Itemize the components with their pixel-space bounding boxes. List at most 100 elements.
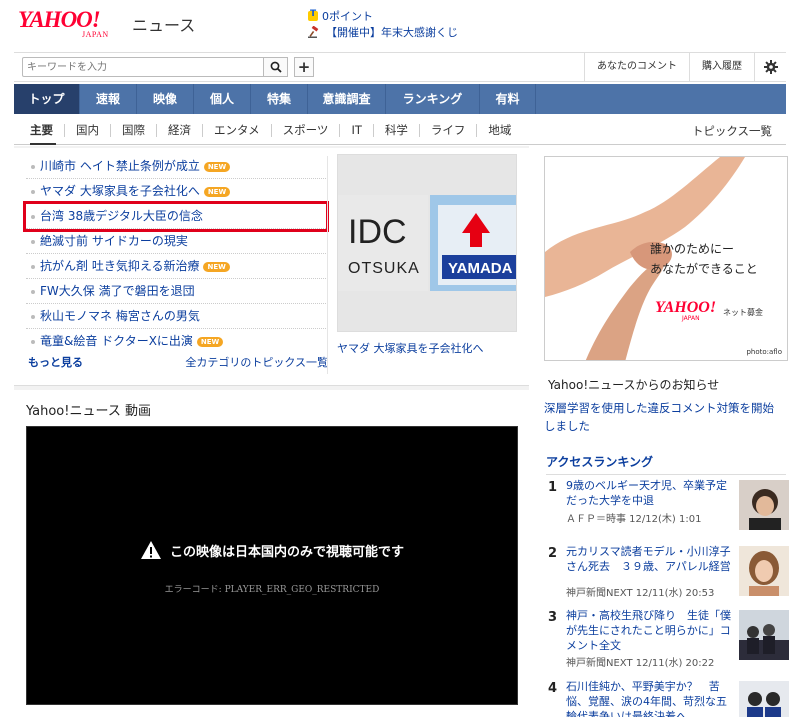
main-nav-top[interactable]: トップ [14, 84, 80, 114]
ad-line-2: あなたができること [650, 262, 758, 276]
rank-number: 3 [548, 610, 558, 625]
plus-icon: + [297, 57, 311, 76]
t-point-icon [308, 9, 318, 21]
rank-thumbnail [739, 610, 789, 660]
search-input[interactable] [22, 57, 264, 77]
main-nav-individual[interactable]: 個人 [194, 84, 251, 114]
topic-item[interactable]: FW大久保 満了で磐田を退団 [26, 279, 326, 304]
topic-item[interactable]: 川崎市 ヘイト禁止条例が成立 NEW [26, 154, 326, 179]
points-label: 0ポイント [322, 10, 373, 23]
topics-panel: 川崎市 ヘイト禁止条例が成立 NEW ヤマダ 大塚家具を子会社化へ NEW 台湾 3… [14, 148, 529, 386]
settings-button[interactable] [754, 53, 786, 81]
topic-list: 川崎市 ヘイト禁止条例が成立 NEW ヤマダ 大塚家具を子会社化へ NEW 台湾 3… [23, 154, 329, 354]
rank-source: 神戸新聞NEXT 12/11(水) 20:22 [566, 658, 715, 669]
category-nav: 主要 国内 国際 経済 エンタメ スポーツ IT 科学 ライフ 地域 トピックス… [14, 117, 786, 145]
main-nav-ranking[interactable]: ランキング [386, 84, 480, 114]
new-badge: NEW [196, 337, 224, 347]
ranking-item[interactable]: 4 石川佳純か、平野美宇か？ 苦悩、覚醒、涙の4年間、苛烈な五輪代表争いは最終決… [548, 680, 789, 717]
category-tab-sports[interactable]: スポーツ [270, 124, 340, 137]
topic-title: 抗がん剤 吐き気抑える新治療 [40, 259, 200, 273]
rank-photo-2 [739, 546, 789, 596]
video-section-title: Yahoo!ニュース 動画 [26, 404, 151, 419]
rank-title: 元カリスマ読者モデル・小川淳子さん死去 ３９歳、アパレル経営 [566, 545, 731, 573]
main-nav-video[interactable]: 映像 [137, 84, 194, 114]
video-section: Yahoo!ニュース 動画 この映像は日本国内のみで視聴可能です エラーコード:… [14, 390, 529, 717]
points-link[interactable]: 0ポイント [308, 8, 458, 24]
rank-title: 神戸・高校生飛び降り 生徒「僕が先生にされたこと明らかに」コメント全文 [566, 609, 731, 652]
warning-icon [140, 541, 161, 559]
topic-title: 川崎市 ヘイト禁止条例が成立 [40, 159, 200, 173]
topic-item[interactable]: ヤマダ 大塚家具を子会社化へ NEW [26, 179, 326, 204]
rank-photo-4 [739, 681, 789, 717]
category-tab-entertainment[interactable]: エンタメ [202, 124, 271, 137]
header-points-area: 0ポイント 【開催中】年末大感謝くじ [308, 8, 458, 40]
pickup-image[interactable]: IDC OTSUKA YAMADA [337, 154, 517, 332]
category-tab-economy[interactable]: 経済 [156, 124, 202, 137]
new-badge: NEW [203, 187, 231, 197]
ranking-item[interactable]: 2 元カリスマ読者モデル・小川淳子さん死去 ３９歳、アパレル経営 神戸新聞NEX… [548, 545, 789, 612]
rank-thumbnail [739, 681, 789, 717]
ranking-item[interactable]: 1 9歳のベルギー天才児、卒業予定だった大学を中退 ＡＦＰ＝時事 12/12(木… [548, 479, 789, 546]
rank-title: 石川佳純か、平野美宇か？ 苦悩、覚醒、涙の4年間、苛烈な五輪代表争いは最終決着へ [566, 680, 727, 717]
video-error-text: この映像は日本国内のみで視聴可能です [169, 544, 404, 560]
topic-title: 竜童&絵音 ドクターXに出演 [40, 334, 193, 348]
add-button[interactable]: + [294, 57, 314, 77]
main-nav-survey[interactable]: 意識調査 [308, 84, 386, 114]
rank-number: 1 [548, 480, 558, 495]
search-button[interactable] [264, 57, 288, 77]
ad-message: 誰かのためにー あなたができること [650, 239, 758, 279]
video-error-code: エラーコード: PLAYER_ERR_GEO_RESTRICTED [164, 585, 380, 595]
rank-title: 9歳のベルギー天才児、卒業予定だった大学を中退 [566, 479, 727, 507]
category-tab-science[interactable]: 科学 [372, 124, 419, 137]
search-bar-row: + あなたのコメント 購入履歴 [14, 52, 786, 82]
campaign-link[interactable]: 【開催中】年末大感謝くじ [308, 24, 458, 40]
rank-source: ＡＦＰ＝時事 12/12(木) 1:01 [566, 514, 702, 525]
category-tab-it[interactable]: IT [339, 124, 372, 137]
rank-number: 2 [548, 546, 558, 561]
category-tab-life[interactable]: ライフ [418, 124, 477, 137]
active-tab-underline [30, 143, 56, 145]
rank-photo-3 [739, 610, 789, 660]
topics-footer: もっと見る 全カテゴリのトピックス一覧 [28, 354, 328, 370]
topic-item-highlighted[interactable]: 台湾 38歳デジタル大臣の信念 [23, 201, 329, 232]
my-comments-link[interactable]: あなたのコメント [584, 53, 689, 81]
ad-photo-credit: photo:aflo [746, 348, 782, 356]
gavel-icon [308, 26, 319, 38]
pickup-image-text-right: YAMADA [448, 260, 513, 277]
pickup-caption[interactable]: ヤマダ 大塚家具を子会社化へ [337, 340, 519, 356]
rank-photo-1 [739, 480, 789, 530]
video-player[interactable]: この映像は日本国内のみで視聴可能です エラーコード: PLAYER_ERR_GE… [26, 426, 518, 705]
topic-item[interactable]: 絶滅寸前 サイドカーの現実 [26, 229, 326, 254]
category-tab-local[interactable]: 地域 [476, 124, 522, 137]
topic-title: 絶滅寸前 サイドカーの現実 [40, 234, 188, 248]
topic-item[interactable]: 竜童&絵音 ドクターXに出演 NEW [26, 329, 326, 354]
rank-source: 神戸新聞NEXT 12/11(水) 20:53 [566, 588, 715, 599]
access-ranking-title[interactable]: アクセスランキング [546, 453, 786, 475]
more-link[interactable]: もっと見る [28, 354, 83, 370]
main-nav-feature[interactable]: 特集 [251, 84, 308, 114]
rank-number: 4 [548, 681, 558, 696]
notice-link[interactable]: 深層学習を使用した違反コメント対策を開始しました [544, 399, 784, 435]
purchase-history-link[interactable]: 購入履歴 [689, 53, 754, 81]
campaign-label: 【開催中】年末大感謝くじ [326, 26, 458, 39]
topics-list-link[interactable]: トピックス一覧 [692, 123, 786, 139]
category-tab-world[interactable]: 国際 [110, 124, 156, 137]
yahoo-japan-logo[interactable]: YAHOO! JAPAN [18, 7, 130, 39]
topic-title: 台湾 38歳デジタル大臣の信念 [40, 209, 203, 223]
ad-yahoo-logo-sub: JAPAN [682, 315, 700, 322]
video-error-message: この映像は日本国内のみで視聴可能です [27, 540, 517, 560]
main-nav-paid[interactable]: 有料 [480, 84, 536, 114]
topic-item[interactable]: 秋山モノマネ 梅宮さんの男気 [26, 304, 326, 329]
topic-item[interactable]: 抗がん剤 吐き気抑える新治療 NEW [26, 254, 326, 279]
donation-ad-banner[interactable]: 誰かのためにー あなたができること YAHOO! JAPAN ネット募金 pho… [544, 156, 788, 361]
all-categories-link[interactable]: 全カテゴリのトピックス一覧 [185, 354, 328, 370]
main-nav-breaking[interactable]: 速報 [80, 84, 137, 114]
logo-text: YAHOO! [18, 7, 101, 32]
category-tab-domestic[interactable]: 国内 [64, 124, 110, 137]
category-tab-main[interactable]: 主要 [14, 124, 64, 137]
ranking-item[interactable]: 3 神戸・高校生飛び降り 生徒「僕が先生にされたこと明らかに」コメント全文 神戸… [548, 609, 789, 676]
logo-sub-text: JAPAN [82, 30, 109, 39]
new-badge: NEW [203, 162, 231, 172]
site-name[interactable]: ニュース [132, 12, 195, 36]
main-nav: トップ 速報 映像 個人 特集 意識調査 ランキング 有料 [14, 84, 786, 114]
